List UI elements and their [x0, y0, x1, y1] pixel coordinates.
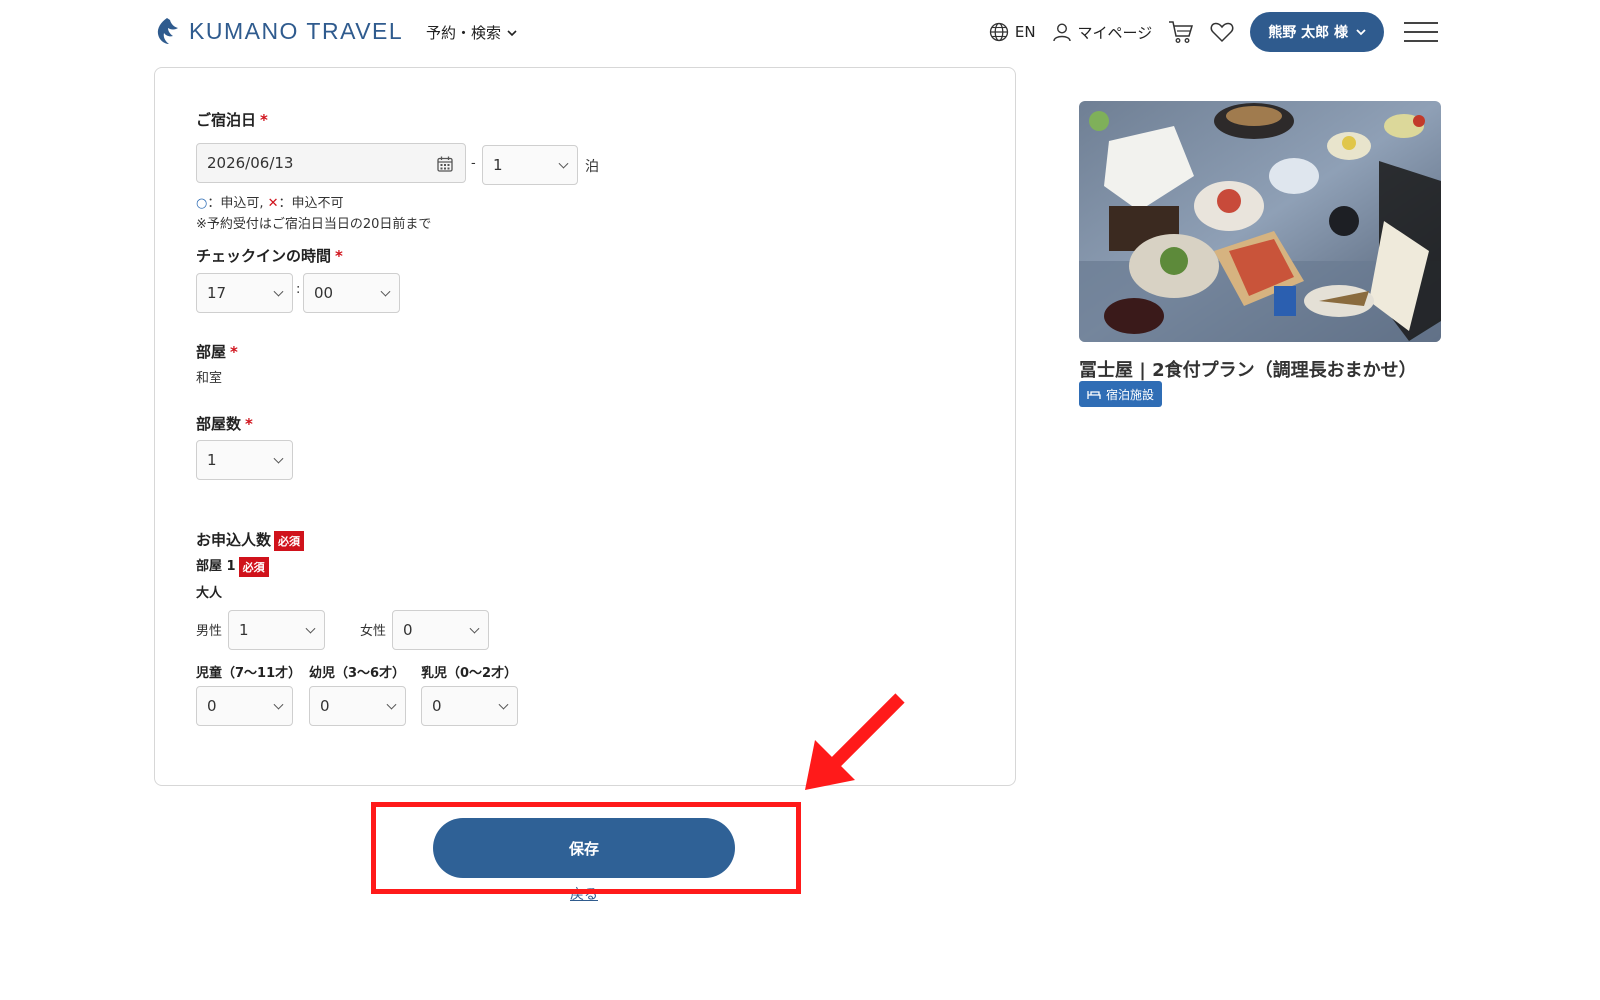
nights-value: 1 — [493, 156, 503, 174]
chevron-down-icon — [558, 158, 569, 169]
child-label: 児童（7〜11才） — [196, 666, 302, 681]
male-count-select[interactable]: 1 — [228, 610, 325, 650]
applicants-label-text: お申込人数 — [196, 531, 272, 549]
globe-icon — [989, 22, 1008, 42]
crow-logo-icon — [157, 18, 178, 44]
child-count-select[interactable]: 0 — [196, 686, 293, 726]
adult-label: 大人 — [196, 586, 223, 601]
user-icon — [1052, 23, 1071, 42]
nav-search-label: 予約・検索 — [426, 24, 502, 42]
stay-date-value: 2026/06/13 — [207, 154, 294, 172]
user-account-button[interactable]: 熊野 太郎 様 — [1250, 12, 1384, 52]
cart-icon[interactable] — [1168, 20, 1194, 44]
female-count-select[interactable]: 0 — [392, 610, 489, 650]
chevron-down-icon — [498, 699, 509, 710]
checkin-label-text: チェックインの時間 — [196, 247, 332, 265]
infant-count-select[interactable]: 0 — [309, 686, 406, 726]
language-switch[interactable]: EN — [989, 22, 1036, 42]
mypage-label: マイページ — [1077, 23, 1153, 42]
highlight-annotation-box — [371, 802, 801, 894]
checkin-minute-value: 00 — [314, 284, 334, 302]
chevron-down-icon — [386, 699, 397, 710]
room-count-value: 1 — [207, 451, 217, 469]
infant-count-value: 0 — [320, 697, 330, 715]
checkin-hour-value: 17 — [207, 284, 227, 302]
baby-label: 乳児（0〜2才） — [421, 666, 518, 681]
plan-title[interactable]: 冨士屋 | 2食付プラン（調理長おまかせ） — [1079, 356, 1417, 382]
chevron-down-icon — [273, 699, 284, 710]
male-label: 男性 — [196, 624, 223, 639]
required-mark: * — [260, 111, 268, 129]
stay-date-label-text: ご宿泊日 — [196, 111, 257, 129]
room-count-label: 部屋数 * — [196, 413, 253, 434]
language-label: EN — [1014, 23, 1036, 41]
menu-icon[interactable] — [1404, 22, 1438, 44]
chevron-down-icon — [469, 623, 480, 634]
unavailable-x-icon: ✕ — [267, 196, 279, 211]
stay-date-input[interactable]: 2026/06/13 — [196, 143, 466, 183]
nights-separator: - — [471, 156, 476, 171]
available-circle-icon: ○ — [196, 196, 208, 211]
room-count-select[interactable]: 1 — [196, 440, 293, 480]
required-badge: 必須 — [238, 556, 269, 577]
bed-icon — [1087, 391, 1101, 399]
kaiseki-meal-image — [1079, 101, 1441, 342]
checkin-hour-select[interactable]: 17 — [196, 273, 293, 313]
user-name: 熊野 太郎 様 — [1268, 25, 1348, 41]
room-label: 部屋 * — [196, 341, 238, 362]
site-header: KUMANO TRAVEL 予約・検索 EN マイページ 熊野 太郎 様 — [0, 0, 1600, 64]
chevron-down-icon — [507, 29, 517, 36]
applicants-label: お申込人数 必須 — [196, 529, 305, 551]
infant-label: 幼児（3〜6才） — [309, 666, 406, 681]
required-mark: * — [245, 415, 253, 433]
legend-ok-text: ：申込可, — [207, 196, 264, 211]
site-logo[interactable]: KUMANO TRAVEL — [153, 16, 403, 46]
nights-select[interactable]: 1 — [482, 145, 578, 185]
chevron-down-icon — [273, 286, 284, 297]
child-count-value: 0 — [207, 697, 217, 715]
legend-ng-text: ：申込不可 — [278, 196, 344, 211]
nights-unit: 泊 — [585, 159, 599, 175]
male-count-value: 1 — [239, 621, 249, 639]
stay-date-label: ご宿泊日 * — [196, 109, 268, 130]
checkin-minute-select[interactable]: 00 — [303, 273, 400, 313]
required-mark: * — [335, 247, 343, 265]
chevron-down-icon — [380, 286, 391, 297]
required-mark: * — [230, 343, 238, 361]
chevron-down-icon — [1356, 29, 1366, 36]
plan-photo — [1079, 101, 1441, 342]
baby-count-value: 0 — [432, 697, 442, 715]
female-label: 女性 — [360, 624, 387, 639]
room1-label-text: 部屋 1 — [196, 559, 236, 574]
calendar-icon[interactable] — [437, 156, 453, 172]
facility-tag-label: 宿泊施設 — [1106, 387, 1155, 402]
checkin-time-label: チェックインの時間 * — [196, 245, 343, 266]
facility-tag: 宿泊施設 — [1079, 381, 1163, 407]
nav-reservation-search[interactable]: 予約・検索 — [426, 22, 517, 43]
room1-label: 部屋 1 必須 — [196, 555, 269, 577]
room-type-value: 和室 — [196, 371, 223, 386]
female-count-value: 0 — [403, 621, 413, 639]
heart-icon[interactable] — [1210, 21, 1234, 43]
room-label-text: 部屋 — [196, 343, 227, 361]
room-count-label-text: 部屋数 — [196, 415, 242, 433]
chevron-down-icon — [273, 453, 284, 464]
booking-form-card: ご宿泊日 * 2026/06/13 - 1 泊 ○：申込可, ✕：申込不可 ※予約… — [154, 67, 1016, 786]
time-colon: : — [296, 282, 301, 297]
chevron-down-icon — [305, 623, 316, 634]
reservation-note: ※予約受付はご宿泊日当日の20日前まで — [196, 217, 432, 232]
red-arrow-annotation — [805, 693, 905, 790]
baby-count-select[interactable]: 0 — [421, 686, 518, 726]
logo-text: KUMANO TRAVEL — [189, 17, 404, 44]
mypage-link[interactable]: マイページ — [1052, 22, 1153, 43]
required-badge: 必須 — [274, 530, 305, 551]
availability-legend: ○：申込可, ✕：申込不可 — [196, 192, 344, 211]
